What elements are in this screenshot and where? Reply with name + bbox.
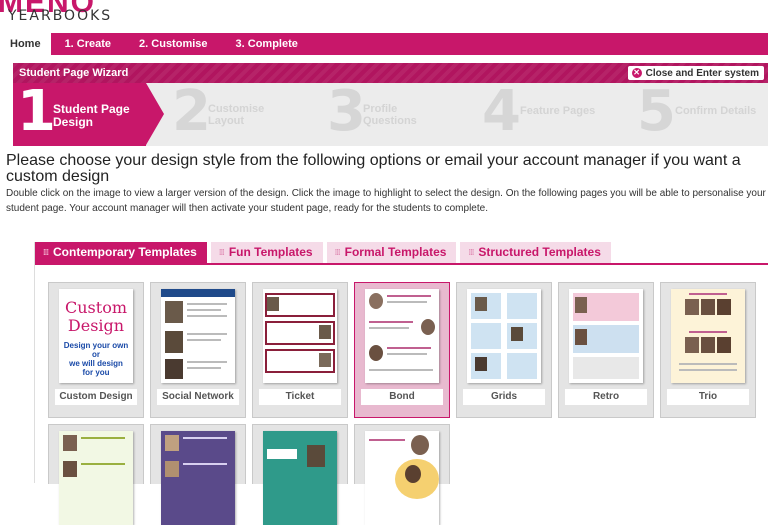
grip-icon: ⁞⁞⁞	[334, 248, 341, 257]
template-caption: Ticket	[259, 389, 341, 405]
template-caption: Social Network	[157, 389, 239, 405]
tab-contemporary-templates[interactable]: ⁞⁞⁞ Contemporary Templates	[35, 242, 207, 263]
template-caption: Grids	[463, 389, 545, 405]
nav-create[interactable]: 1. Create	[51, 33, 125, 55]
template-thumbnail	[161, 289, 235, 383]
template-thumbnail	[671, 289, 745, 383]
tab-underline	[35, 263, 768, 265]
logo-sub: YEARBOOKS	[8, 8, 113, 24]
wizard-steps: 1 Student Page Design 2 Customise Layout 3…	[13, 79, 768, 146]
step-number: 1	[17, 79, 56, 144]
close-enter-system-button[interactable]: ✕ Close and Enter system	[627, 66, 764, 80]
close-icon: ✕	[631, 68, 642, 78]
step-label: Feature Pages	[520, 105, 596, 117]
step-number: 4	[482, 79, 521, 144]
template-tabs: ⁞⁞⁞ Contemporary Templates ⁞⁞⁞ Fun Templat…	[35, 242, 615, 263]
template-bond[interactable]: Bond	[354, 282, 450, 418]
template-thumbnail	[467, 289, 541, 383]
template-row2-2[interactable]	[150, 424, 246, 525]
tab-structured-templates[interactable]: ⁞⁞⁞ Structured Templates	[460, 242, 611, 263]
template-thumbnail	[365, 431, 439, 525]
grip-icon: ⁞⁞⁞	[218, 248, 225, 257]
wizard-title: Student Page Wizard	[19, 67, 129, 79]
template-panel: ⁞⁞⁞ Contemporary Templates ⁞⁞⁞ Fun Templat…	[34, 242, 768, 525]
template-trio[interactable]: Trio	[660, 282, 756, 418]
template-social-network[interactable]: Social Network	[150, 282, 246, 418]
template-retro[interactable]: Retro	[558, 282, 654, 418]
template-thumbnail	[263, 431, 337, 525]
step-5-confirm-details: 5 Confirm Details	[633, 79, 768, 146]
step-number: 5	[637, 79, 676, 144]
template-row2-3[interactable]	[252, 424, 348, 525]
template-thumbnail	[59, 431, 133, 525]
page-description: Double click on the image to view a larg…	[6, 188, 766, 214]
step-number: 2	[172, 79, 211, 144]
step-label: Customise Layout	[208, 103, 265, 127]
step-2-customise-layout: 2 Customise Layout	[168, 79, 308, 146]
template-row2-4[interactable]	[354, 424, 450, 525]
grip-icon: ⁞⁞⁞	[468, 248, 474, 257]
template-thumbnail	[569, 289, 643, 383]
template-caption: Retro	[565, 389, 647, 405]
template-caption: Custom Design	[55, 389, 137, 405]
step-3-profile-questions: 3 Profile Questions	[323, 79, 463, 146]
page-heading: Please choose your design style from the…	[6, 152, 741, 185]
step-label: Confirm Details	[675, 105, 757, 117]
template-thumbnail: Custom Design Design your own or we will de…	[59, 289, 133, 383]
nav-complete[interactable]: 3. Complete	[222, 33, 312, 55]
template-thumbnail	[365, 289, 439, 383]
template-grids[interactable]: Grids	[456, 282, 552, 418]
template-thumbnail	[263, 289, 337, 383]
custom-title: Custom Design	[65, 298, 127, 335]
tab-fun-templates[interactable]: ⁞⁞⁞ Fun Templates	[210, 242, 323, 263]
template-ticket[interactable]: Ticket	[252, 282, 348, 418]
template-thumbnail	[161, 431, 235, 525]
custom-subtitle: Design your own or we will design for you	[63, 341, 129, 377]
top-nav: Home 1. Create 2. Customise 3. Complete	[0, 33, 768, 55]
step-arrow	[146, 83, 164, 145]
template-row2-1[interactable]	[48, 424, 144, 525]
step-number: 3	[327, 79, 366, 144]
close-button-label: Close and Enter system	[645, 67, 759, 79]
template-caption: Trio	[667, 389, 749, 405]
step-label: Student Page Design	[53, 102, 130, 129]
nav-home[interactable]: Home	[0, 33, 51, 55]
tab-formal-templates[interactable]: ⁞⁞⁞ Formal Templates	[326, 242, 457, 263]
template-custom-design[interactable]: Custom Design Design your own or we will de…	[48, 282, 144, 418]
template-caption: Bond	[361, 389, 443, 405]
grip-icon: ⁞⁞⁞	[43, 248, 49, 257]
nav-customise[interactable]: 2. Customise	[125, 33, 221, 55]
step-label: Profile Questions	[363, 103, 417, 127]
step-4-feature-pages: 4 Feature Pages	[478, 79, 618, 146]
logo: MENO YEARBOOKS	[0, 0, 160, 30]
step-1-student-page-design[interactable]: 1 Student Page Design	[13, 79, 164, 146]
